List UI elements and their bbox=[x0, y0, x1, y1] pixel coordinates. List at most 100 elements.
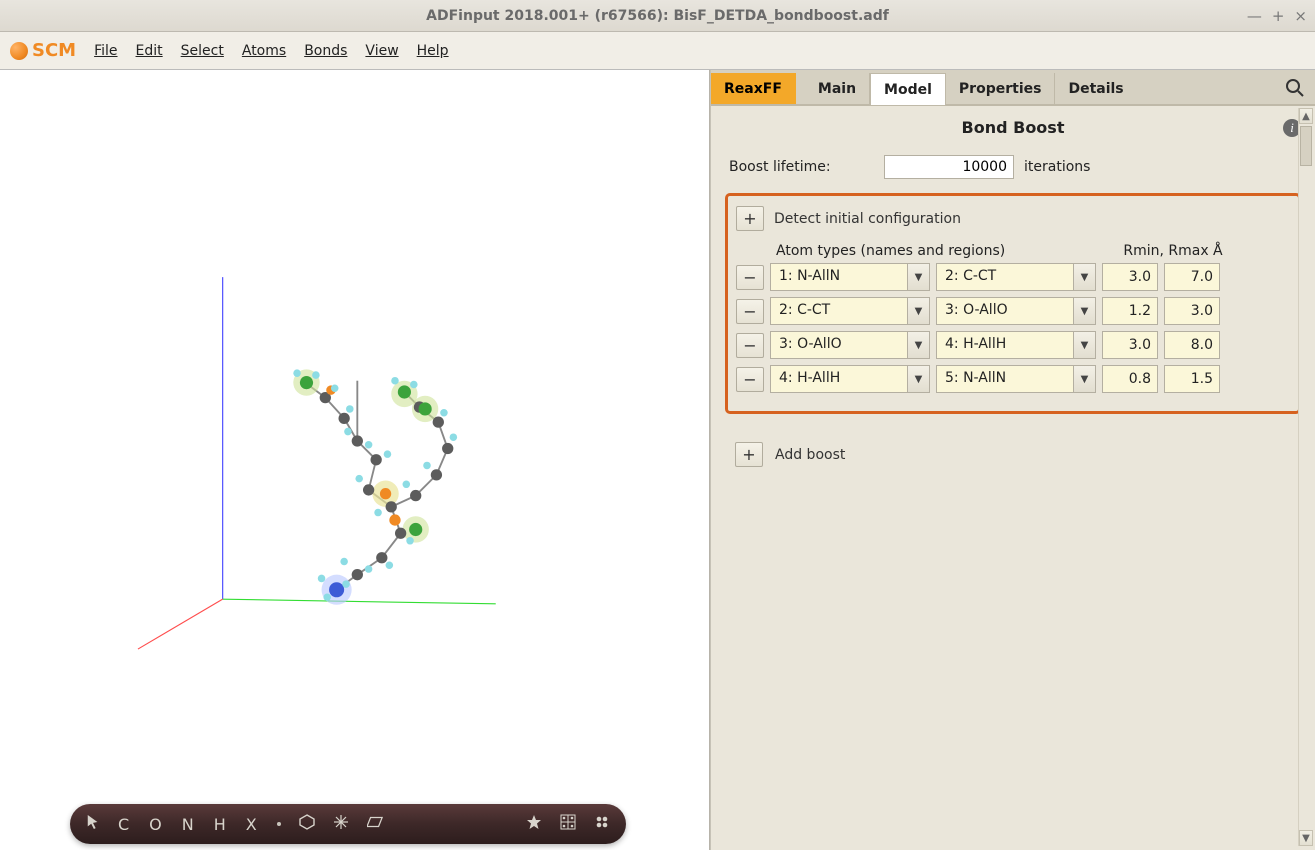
col-header-rminmax: Rmin, Rmax Å bbox=[1108, 243, 1238, 259]
element-o[interactable]: O bbox=[149, 815, 164, 834]
add-row-button[interactable]: + bbox=[736, 206, 764, 231]
tab-reaxff[interactable]: ReaxFF bbox=[711, 73, 796, 104]
atom-type-a-value: 2: C-CT bbox=[770, 297, 908, 325]
rmin-input[interactable] bbox=[1102, 297, 1158, 325]
rmin-input[interactable] bbox=[1102, 365, 1158, 393]
boost-lifetime-label: Boost lifetime: bbox=[729, 159, 874, 175]
element-c[interactable]: C bbox=[118, 815, 131, 834]
chevron-down-icon: ▼ bbox=[1074, 365, 1096, 393]
menu-help[interactable]: Help bbox=[417, 43, 449, 59]
atom-type-a-value: 1: N-AllN bbox=[770, 263, 908, 291]
atom-type-b-select[interactable]: 4: H-AllH ▼ bbox=[936, 331, 1096, 359]
tab-main[interactable]: Main bbox=[796, 73, 870, 104]
chevron-down-icon: ▼ bbox=[1074, 297, 1096, 325]
atom-type-b-select[interactable]: 2: C-CT ▼ bbox=[936, 263, 1096, 291]
detect-label: Detect initial configuration bbox=[774, 211, 961, 227]
main-area: C O N H X bbox=[0, 70, 1315, 850]
add-boost-label: Add boost bbox=[775, 447, 845, 463]
viewport-3d[interactable] bbox=[0, 70, 709, 795]
config-row: − 2: C-CT ▼ 3: O-AllO ▼ bbox=[736, 297, 1288, 325]
chevron-down-icon: ▼ bbox=[1074, 331, 1096, 359]
menu-view[interactable]: View bbox=[365, 43, 398, 59]
menu-edit[interactable]: Edit bbox=[136, 43, 163, 59]
atom-type-a-value: 3: O-AllO bbox=[770, 331, 908, 359]
window-controls: — + × bbox=[1247, 7, 1307, 25]
scroll-thumb[interactable] bbox=[1300, 126, 1312, 166]
chevron-down-icon: ▼ bbox=[1074, 263, 1096, 291]
scroll-up-icon[interactable]: ▲ bbox=[1299, 108, 1313, 124]
grid-icon[interactable] bbox=[560, 814, 576, 834]
app-logo[interactable]: SCM bbox=[10, 40, 76, 61]
atom-type-b-value: 5: N-AllN bbox=[936, 365, 1074, 393]
rmax-input[interactable] bbox=[1164, 365, 1220, 393]
snowflake-icon[interactable] bbox=[333, 814, 349, 834]
rmax-input[interactable] bbox=[1164, 331, 1220, 359]
scroll-down-icon[interactable]: ▼ bbox=[1299, 830, 1313, 846]
atom-type-b-select[interactable]: 3: O-AllO ▼ bbox=[936, 297, 1096, 325]
rmax-input[interactable] bbox=[1164, 263, 1220, 291]
config-row: − 3: O-AllO ▼ 4: H-AllH ▼ bbox=[736, 331, 1288, 359]
chevron-down-icon: ▼ bbox=[908, 263, 930, 291]
atom-type-a-select[interactable]: 2: C-CT ▼ bbox=[770, 297, 930, 325]
window-title: ADFinput 2018.001+ (r67566): BisF_DETDA_… bbox=[426, 8, 889, 24]
remove-row-button[interactable]: − bbox=[736, 265, 764, 290]
config-row: − 1: N-AllN ▼ 2: C-CT ▼ bbox=[736, 263, 1288, 291]
atom-type-a-select[interactable]: 4: H-AllH ▼ bbox=[770, 365, 930, 393]
dots-icon[interactable] bbox=[594, 814, 610, 834]
menubar: SCM File Edit Select Atoms Bonds View He… bbox=[0, 32, 1315, 70]
boost-lifetime-row: Boost lifetime: iterations bbox=[725, 155, 1301, 179]
close-button[interactable]: × bbox=[1294, 7, 1307, 25]
chevron-down-icon: ▼ bbox=[908, 331, 930, 359]
atom-type-b-select[interactable]: 5: N-AllN ▼ bbox=[936, 365, 1096, 393]
menu-bonds[interactable]: Bonds bbox=[304, 43, 347, 59]
element-x[interactable]: X bbox=[246, 815, 259, 834]
search-icon[interactable] bbox=[1285, 78, 1305, 98]
element-h[interactable]: H bbox=[214, 815, 228, 834]
col-header-atom-types: Atom types (names and regions) bbox=[776, 243, 1108, 259]
panel-title: Bond Boost bbox=[962, 118, 1065, 137]
element-n[interactable]: N bbox=[182, 815, 196, 834]
atom-type-b-value: 3: O-AllO bbox=[936, 297, 1074, 325]
minimize-button[interactable]: — bbox=[1247, 7, 1262, 25]
boost-lifetime-input[interactable] bbox=[884, 155, 1014, 179]
tab-details[interactable]: Details bbox=[1055, 73, 1136, 104]
add-boost-row: + Add boost bbox=[725, 442, 1301, 467]
remove-row-button[interactable]: − bbox=[736, 299, 764, 324]
remove-row-button[interactable]: − bbox=[736, 333, 764, 358]
detect-config-box: + Detect initial configuration Atom type… bbox=[725, 193, 1301, 414]
menu-select[interactable]: Select bbox=[181, 43, 224, 59]
dot-icon bbox=[277, 822, 281, 826]
panel-body: Bond Boost i Boost lifetime: iterations … bbox=[711, 106, 1315, 850]
scrollbar-vertical[interactable]: ▲ ▼ bbox=[1298, 108, 1313, 846]
tabbar: ReaxFF Main Model Properties Details bbox=[711, 70, 1315, 106]
remove-row-button[interactable]: − bbox=[736, 367, 764, 392]
logo-icon bbox=[10, 42, 28, 60]
atom-type-a-select[interactable]: 1: N-AllN ▼ bbox=[770, 263, 930, 291]
logo-text: SCM bbox=[32, 40, 76, 61]
boost-lifetime-unit: iterations bbox=[1024, 159, 1090, 175]
atom-type-a-select[interactable]: 3: O-AllO ▼ bbox=[770, 331, 930, 359]
left-panel: C O N H X bbox=[0, 70, 710, 850]
rmin-input[interactable] bbox=[1102, 263, 1158, 291]
star-icon[interactable] bbox=[526, 814, 542, 834]
hexagon-icon[interactable] bbox=[299, 814, 315, 834]
atom-type-b-value: 2: C-CT bbox=[936, 263, 1074, 291]
maximize-button[interactable]: + bbox=[1272, 7, 1285, 25]
titlebar: ADFinput 2018.001+ (r67566): BisF_DETDA_… bbox=[0, 0, 1315, 32]
right-panel: ReaxFF Main Model Properties Details Bon… bbox=[710, 70, 1315, 850]
atom-type-a-value: 4: H-AllH bbox=[770, 365, 908, 393]
rmax-input[interactable] bbox=[1164, 297, 1220, 325]
config-row: − 4: H-AllH ▼ 5: N-AllN ▼ bbox=[736, 365, 1288, 393]
add-boost-button[interactable]: + bbox=[735, 442, 763, 467]
rmin-input[interactable] bbox=[1102, 331, 1158, 359]
tab-properties[interactable]: Properties bbox=[946, 73, 1056, 104]
parallelogram-icon[interactable] bbox=[367, 814, 383, 834]
atom-type-b-value: 4: H-AllH bbox=[936, 331, 1074, 359]
element-toolbar: C O N H X bbox=[70, 804, 626, 844]
menu-atoms[interactable]: Atoms bbox=[242, 43, 286, 59]
chevron-down-icon: ▼ bbox=[908, 365, 930, 393]
pointer-icon[interactable] bbox=[86, 814, 100, 834]
chevron-down-icon: ▼ bbox=[908, 297, 930, 325]
tab-model[interactable]: Model bbox=[870, 73, 946, 105]
menu-file[interactable]: File bbox=[94, 43, 117, 59]
